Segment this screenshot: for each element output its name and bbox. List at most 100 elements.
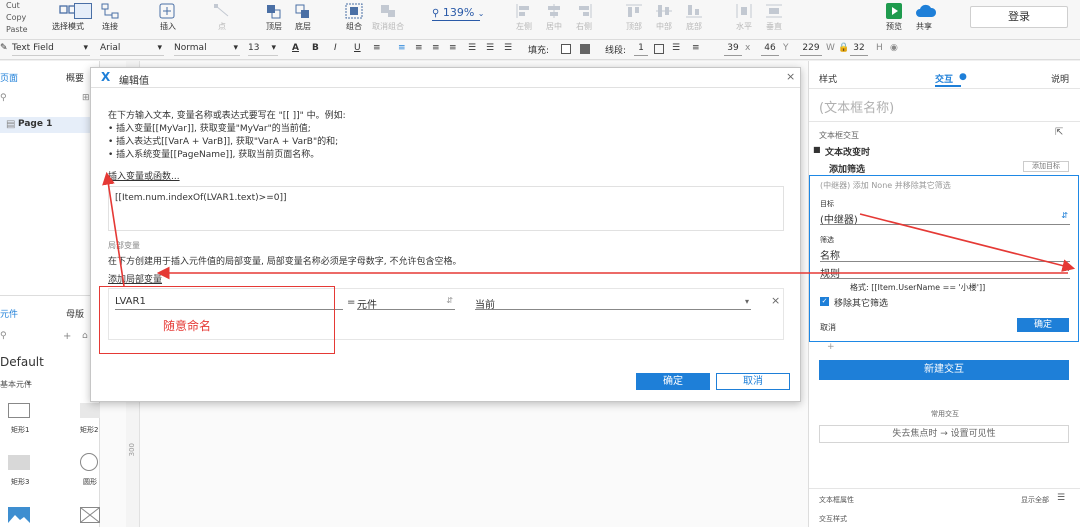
placeholder-widget-icon[interactable]: [80, 507, 100, 523]
justify-text-icon[interactable]: ≡: [449, 43, 457, 53]
page-list-item[interactable]: ▤ Page 1: [0, 117, 100, 133]
variable-target-select[interactable]: 当前 ▾: [475, 294, 751, 311]
add-action-icon[interactable]: +: [827, 342, 835, 352]
x-position-input[interactable]: 39: [724, 42, 742, 56]
style-select[interactable]: Text Field ▾: [12, 42, 90, 56]
align-center-button[interactable]: 居中: [542, 1, 566, 39]
tab-style[interactable]: 样式: [819, 72, 837, 85]
rectangle-widget-icon[interactable]: [8, 403, 30, 418]
target-select[interactable]: (中继器) ⇵: [820, 209, 1070, 226]
show-all-link[interactable]: 显示全部: [1021, 495, 1049, 505]
line-style-icon[interactable]: ☰: [672, 43, 680, 53]
valign-top-icon[interactable]: ☰: [468, 43, 476, 53]
caret-down-icon: ▾: [27, 379, 31, 387]
image-widget-icon[interactable]: [8, 507, 30, 523]
underline-icon[interactable]: U: [354, 43, 361, 53]
fx-button[interactable]: fx: [1062, 264, 1070, 273]
y-position-input[interactable]: 46: [761, 42, 779, 56]
tab-masters[interactable]: 母版: [66, 307, 84, 320]
distribute-vertical-button[interactable]: 垂直: [762, 1, 786, 39]
tab-outline[interactable]: 概要: [66, 71, 84, 84]
italic-icon[interactable]: I: [334, 43, 337, 53]
library-select[interactable]: Default: [0, 355, 44, 369]
menu-icon[interactable]: ☰: [1057, 493, 1065, 503]
variable-type-select[interactable]: 元件 ⇵: [357, 294, 455, 311]
valign-bottom-icon[interactable]: ☰: [504, 43, 512, 53]
paste-button[interactable]: Paste: [0, 24, 40, 36]
line-color-swatch[interactable]: [654, 44, 664, 54]
connect-button[interactable]: 连接: [95, 1, 125, 39]
rectangle-filled-widget-icon[interactable]: [80, 403, 100, 418]
align-right-text-icon[interactable]: ≡: [432, 43, 440, 53]
rule-input[interactable]: [820, 278, 1070, 279]
group-button[interactable]: 组合: [342, 1, 366, 39]
login-button[interactable]: 登录: [970, 6, 1068, 28]
close-icon[interactable]: ×: [786, 70, 795, 83]
send-back-button[interactable]: 底层: [291, 1, 315, 39]
font-weight-select[interactable]: Normal ▾: [174, 42, 240, 56]
tab-notes[interactable]: 说明: [1051, 72, 1069, 85]
pointer-mode-icon[interactable]: [74, 3, 92, 19]
expression-textarea[interactable]: [[Item.num.indexOf(LVAR1.text)>=0]]: [108, 186, 784, 231]
visibility-eye-icon[interactable]: ◉: [890, 43, 898, 53]
add-library-icon[interactable]: +: [63, 331, 71, 342]
event-text-changed[interactable]: 文本改变时: [825, 145, 870, 158]
preview-button[interactable]: 预览: [882, 1, 906, 39]
distribute-horizontal-button[interactable]: 水平: [732, 1, 756, 39]
collapse-toggle-icon[interactable]: ■: [813, 145, 821, 154]
remove-other-checkbox[interactable]: ✓: [820, 297, 829, 306]
name-input[interactable]: [820, 261, 1070, 262]
search-icon[interactable]: ⚲: [0, 93, 7, 103]
circle-widget-icon[interactable]: [80, 453, 98, 471]
align-middle-button[interactable]: 中部: [652, 1, 676, 39]
copy-button[interactable]: Copy: [0, 12, 40, 24]
width-input[interactable]: 229: [800, 42, 822, 56]
valign-middle-icon[interactable]: ☰: [486, 43, 494, 53]
widget-name-input[interactable]: (文本框名称): [819, 97, 894, 116]
font-family-select[interactable]: Arial ▾: [100, 42, 164, 56]
arrow-style-icon[interactable]: ≡: [692, 43, 700, 53]
search-icon[interactable]: ⚲: [0, 331, 7, 341]
interaction-style-label[interactable]: 交互样式: [819, 514, 847, 524]
library-menu-icon[interactable]: ⌂: [82, 331, 88, 341]
align-right-button[interactable]: 右侧: [572, 1, 596, 39]
tab-interactions[interactable]: 交互: [935, 72, 953, 85]
add-target-button[interactable]: 添加目标: [1023, 161, 1069, 172]
expand-icon[interactable]: ⇱: [1055, 127, 1063, 138]
fill-color-swatch[interactable]: [561, 44, 571, 54]
zoom-select[interactable]: ⚲ 139% ⌄: [432, 6, 484, 21]
action-add-filter[interactable]: 添加筛选: [829, 162, 865, 175]
add-local-variable-link[interactable]: 添加局部变量: [108, 272, 162, 285]
height-input[interactable]: 32: [850, 42, 868, 56]
tab-pages[interactable]: 页面: [0, 71, 18, 84]
dialog-cancel-button[interactable]: 取消: [716, 373, 790, 390]
bold-icon[interactable]: B: [312, 43, 319, 53]
align-top-button[interactable]: 顶部: [622, 1, 646, 39]
ungroup-button[interactable]: 取消组合: [370, 1, 406, 39]
tab-widgets[interactable]: 元件: [0, 307, 18, 320]
rectangle-dark-widget-icon[interactable]: [8, 455, 30, 470]
shadow-swatch[interactable]: [580, 44, 590, 54]
new-interaction-button[interactable]: 新建交互: [819, 360, 1069, 380]
font-color-icon[interactable]: A: [292, 43, 299, 53]
align-center-text-icon[interactable]: ≡: [415, 43, 423, 53]
insert-variable-link[interactable]: 插入变量或函数...: [108, 169, 180, 182]
align-left-button[interactable]: 左侧: [512, 1, 536, 39]
point-button[interactable]: 点: [210, 1, 234, 39]
list-icon[interactable]: ≡: [373, 43, 381, 53]
dialog-ok-button[interactable]: 确定: [636, 373, 710, 390]
remove-variable-icon[interactable]: ×: [771, 294, 780, 307]
add-page-icon[interactable]: ⊞: [82, 93, 90, 103]
font-size-select[interactable]: 13 ▾: [248, 42, 278, 56]
common-interaction-item[interactable]: 失去焦点时 → 设置可见性: [819, 425, 1069, 443]
line-width-input[interactable]: 1: [634, 42, 648, 56]
align-bottom-button[interactable]: 底部: [682, 1, 706, 39]
insert-button[interactable]: 插入: [150, 1, 186, 39]
align-left-text-icon[interactable]: ≡: [398, 43, 406, 53]
lock-ratio-icon[interactable]: 🔒: [838, 43, 849, 53]
share-button[interactable]: 共享: [910, 1, 938, 39]
cut-button[interactable]: Cut: [0, 0, 40, 12]
bring-front-button[interactable]: 顶层: [262, 1, 286, 39]
action-ok-button[interactable]: 确定: [1017, 318, 1069, 332]
action-cancel-button[interactable]: 取消: [820, 322, 836, 333]
